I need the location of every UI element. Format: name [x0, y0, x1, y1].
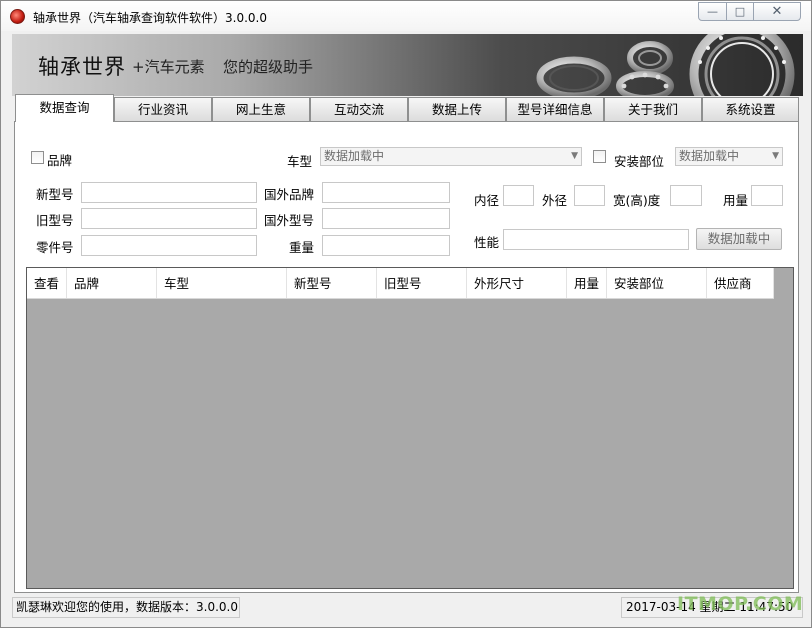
foreign-brand-input[interactable]	[322, 182, 450, 203]
car-model-select[interactable]: 数据加载中 ▼	[320, 147, 582, 166]
chevron-down-icon: ▼	[571, 151, 578, 161]
new-model-label: 新型号	[36, 187, 74, 202]
chevron-down-icon: ▼	[772, 151, 779, 161]
outer-diameter-input[interactable]	[574, 185, 605, 206]
performance-input[interactable]	[503, 229, 689, 250]
weight-input[interactable]	[322, 235, 450, 256]
header-banner: 轴承世界 +汽车元素 您的超级助手	[12, 34, 803, 96]
width-height-label: 宽(高)度	[613, 193, 661, 208]
tab-industry-news[interactable]: 行业资讯	[114, 97, 212, 121]
bearing-image	[536, 34, 795, 96]
brand-checkbox-label: 品牌	[47, 153, 73, 168]
watermark: ITMOP.COM	[677, 593, 804, 615]
inner-diameter-input[interactable]	[503, 185, 534, 206]
maximize-button[interactable]: □	[726, 2, 754, 21]
tab-data-query[interactable]: 数据查询	[15, 94, 114, 122]
grid-header: 查看 品牌 车型 新型号 旧型号 外形尺寸 用量 安装部位 供应商	[27, 268, 774, 299]
banner-title: 轴承世界	[38, 55, 126, 79]
old-model-input[interactable]	[81, 208, 257, 229]
old-model-label: 旧型号	[36, 213, 74, 228]
car-model-label: 车型	[287, 154, 313, 169]
weight-label: 重量	[289, 240, 315, 255]
usage-label: 用量	[723, 193, 749, 208]
new-model-input[interactable]	[81, 182, 257, 203]
tab-about-us[interactable]: 关于我们	[604, 97, 702, 121]
column-header-view[interactable]: 查看	[27, 268, 67, 298]
install-position-value: 数据加载中	[679, 149, 740, 163]
outer-diameter-label: 外径	[542, 193, 568, 208]
title-bar: 轴承世界（汽车轴承查询软件软件）3.0.0.0 — □ ✕	[1, 1, 811, 31]
column-header-usage[interactable]: 用量	[567, 268, 607, 298]
column-header-new-model[interactable]: 新型号	[287, 268, 377, 298]
inner-diameter-label: 内径	[474, 193, 500, 208]
foreign-model-input[interactable]	[322, 208, 450, 229]
foreign-model-label: 国外型号	[264, 213, 315, 228]
column-header-brand[interactable]: 品牌	[67, 268, 157, 298]
window-title: 轴承世界（汽车轴承查询软件软件）3.0.0.0	[33, 11, 267, 25]
performance-label: 性能	[474, 235, 500, 250]
foreign-brand-label: 国外品牌	[264, 187, 315, 202]
tab-interaction[interactable]: 互动交流	[310, 97, 408, 121]
tab-system-settings[interactable]: 系统设置	[702, 97, 799, 121]
minimize-button[interactable]: —	[698, 2, 727, 21]
loading-button[interactable]: 数据加载中	[696, 228, 782, 250]
part-no-label: 零件号	[36, 240, 74, 255]
car-model-value: 数据加载中	[324, 149, 385, 163]
column-header-car-model[interactable]: 车型	[157, 268, 287, 298]
column-header-dimensions[interactable]: 外形尺寸	[467, 268, 567, 298]
banner-subtitle: +汽车元素	[132, 58, 205, 76]
app-logo-icon	[10, 9, 25, 24]
part-no-input[interactable]	[81, 235, 257, 256]
install-position-select[interactable]: 数据加载中 ▼	[675, 147, 783, 166]
install-position-checkbox[interactable]	[593, 150, 606, 163]
tab-data-upload[interactable]: 数据上传	[408, 97, 506, 121]
brand-checkbox[interactable]	[31, 151, 44, 164]
tab-model-details[interactable]: 型号详细信息	[506, 97, 604, 121]
results-grid[interactable]: 查看 品牌 车型 新型号 旧型号 外形尺寸 用量 安装部位 供应商	[26, 267, 794, 589]
column-header-old-model[interactable]: 旧型号	[377, 268, 467, 298]
app-window: 轴承世界（汽车轴承查询软件软件）3.0.0.0 — □ ✕ 轴承世界 +汽车元素…	[0, 0, 812, 628]
tab-online-business[interactable]: 网上生意	[212, 97, 310, 121]
column-header-install-position[interactable]: 安装部位	[607, 268, 707, 298]
close-button[interactable]: ✕	[753, 2, 801, 21]
install-position-label: 安装部位	[614, 154, 665, 169]
usage-input[interactable]	[751, 185, 783, 206]
column-header-supplier[interactable]: 供应商	[707, 268, 774, 298]
width-height-input[interactable]	[670, 185, 702, 206]
banner-slogan: 您的超级助手	[223, 58, 314, 76]
status-welcome: 凯瑟琳欢迎您的使用，数据版本：3.0.0.0	[12, 597, 240, 618]
